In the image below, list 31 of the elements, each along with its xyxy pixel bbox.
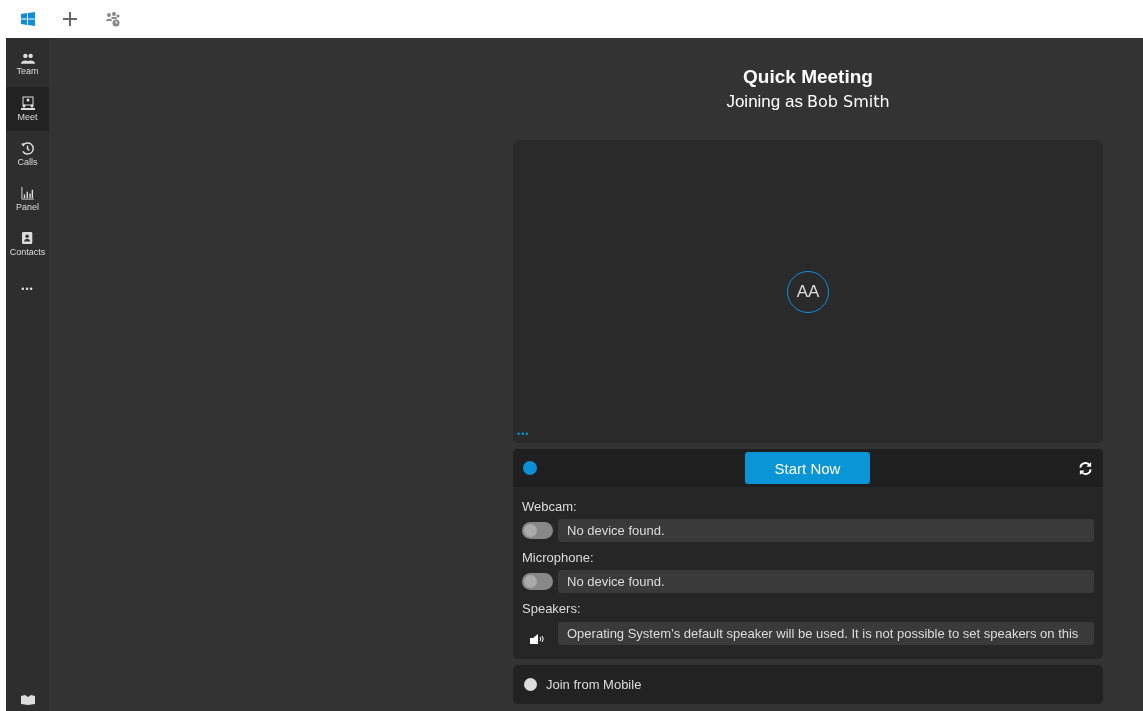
- bar-chart-icon: [21, 186, 34, 200]
- group-clock-icon[interactable]: [105, 11, 121, 27]
- device-label: Speakers:: [522, 601, 582, 616]
- nav-item[interactable]: Panel: [6, 177, 49, 221]
- toggle-switch[interactable]: [522, 573, 553, 590]
- device-label: Webcam:: [522, 499, 578, 514]
- presentation-icon: [20, 96, 35, 110]
- nav-item[interactable]: Contacts: [6, 222, 49, 266]
- history-icon: [21, 141, 34, 155]
- speaker-icon: [530, 633, 546, 645]
- device-label: Microphone:: [522, 550, 595, 565]
- joining-label: Joining as: [726, 92, 803, 112]
- join-from-mobile-label[interactable]: Join from Mobile: [546, 677, 642, 692]
- nav-item[interactable]: •••: [6, 267, 49, 311]
- refresh-icon[interactable]: [1078, 460, 1093, 476]
- nav-item[interactable]: Meet: [6, 87, 49, 131]
- nav-item[interactable]: Calls: [6, 132, 49, 176]
- radio-button[interactable]: [524, 678, 537, 691]
- device-field[interactable]: No device found.: [558, 519, 1094, 542]
- device-field[interactable]: No device found.: [558, 570, 1094, 593]
- box-icon[interactable]: [20, 695, 35, 705]
- people-icon: [20, 52, 35, 64]
- more-button[interactable]: •••: [517, 429, 530, 439]
- nav-item[interactable]: Team: [6, 42, 49, 86]
- user-name: Bob Smith: [806, 92, 890, 112]
- meeting-title: Quick Meeting: [743, 66, 873, 88]
- contact-book-icon: [21, 231, 34, 245]
- plus-icon[interactable]: [63, 12, 77, 26]
- device-field[interactable]: Operating System’s default speaker will be used. It is not possible to set speakers on this: [558, 621, 1094, 645]
- toggle-switch[interactable]: [522, 522, 553, 539]
- windows-icon[interactable]: [21, 12, 35, 26]
